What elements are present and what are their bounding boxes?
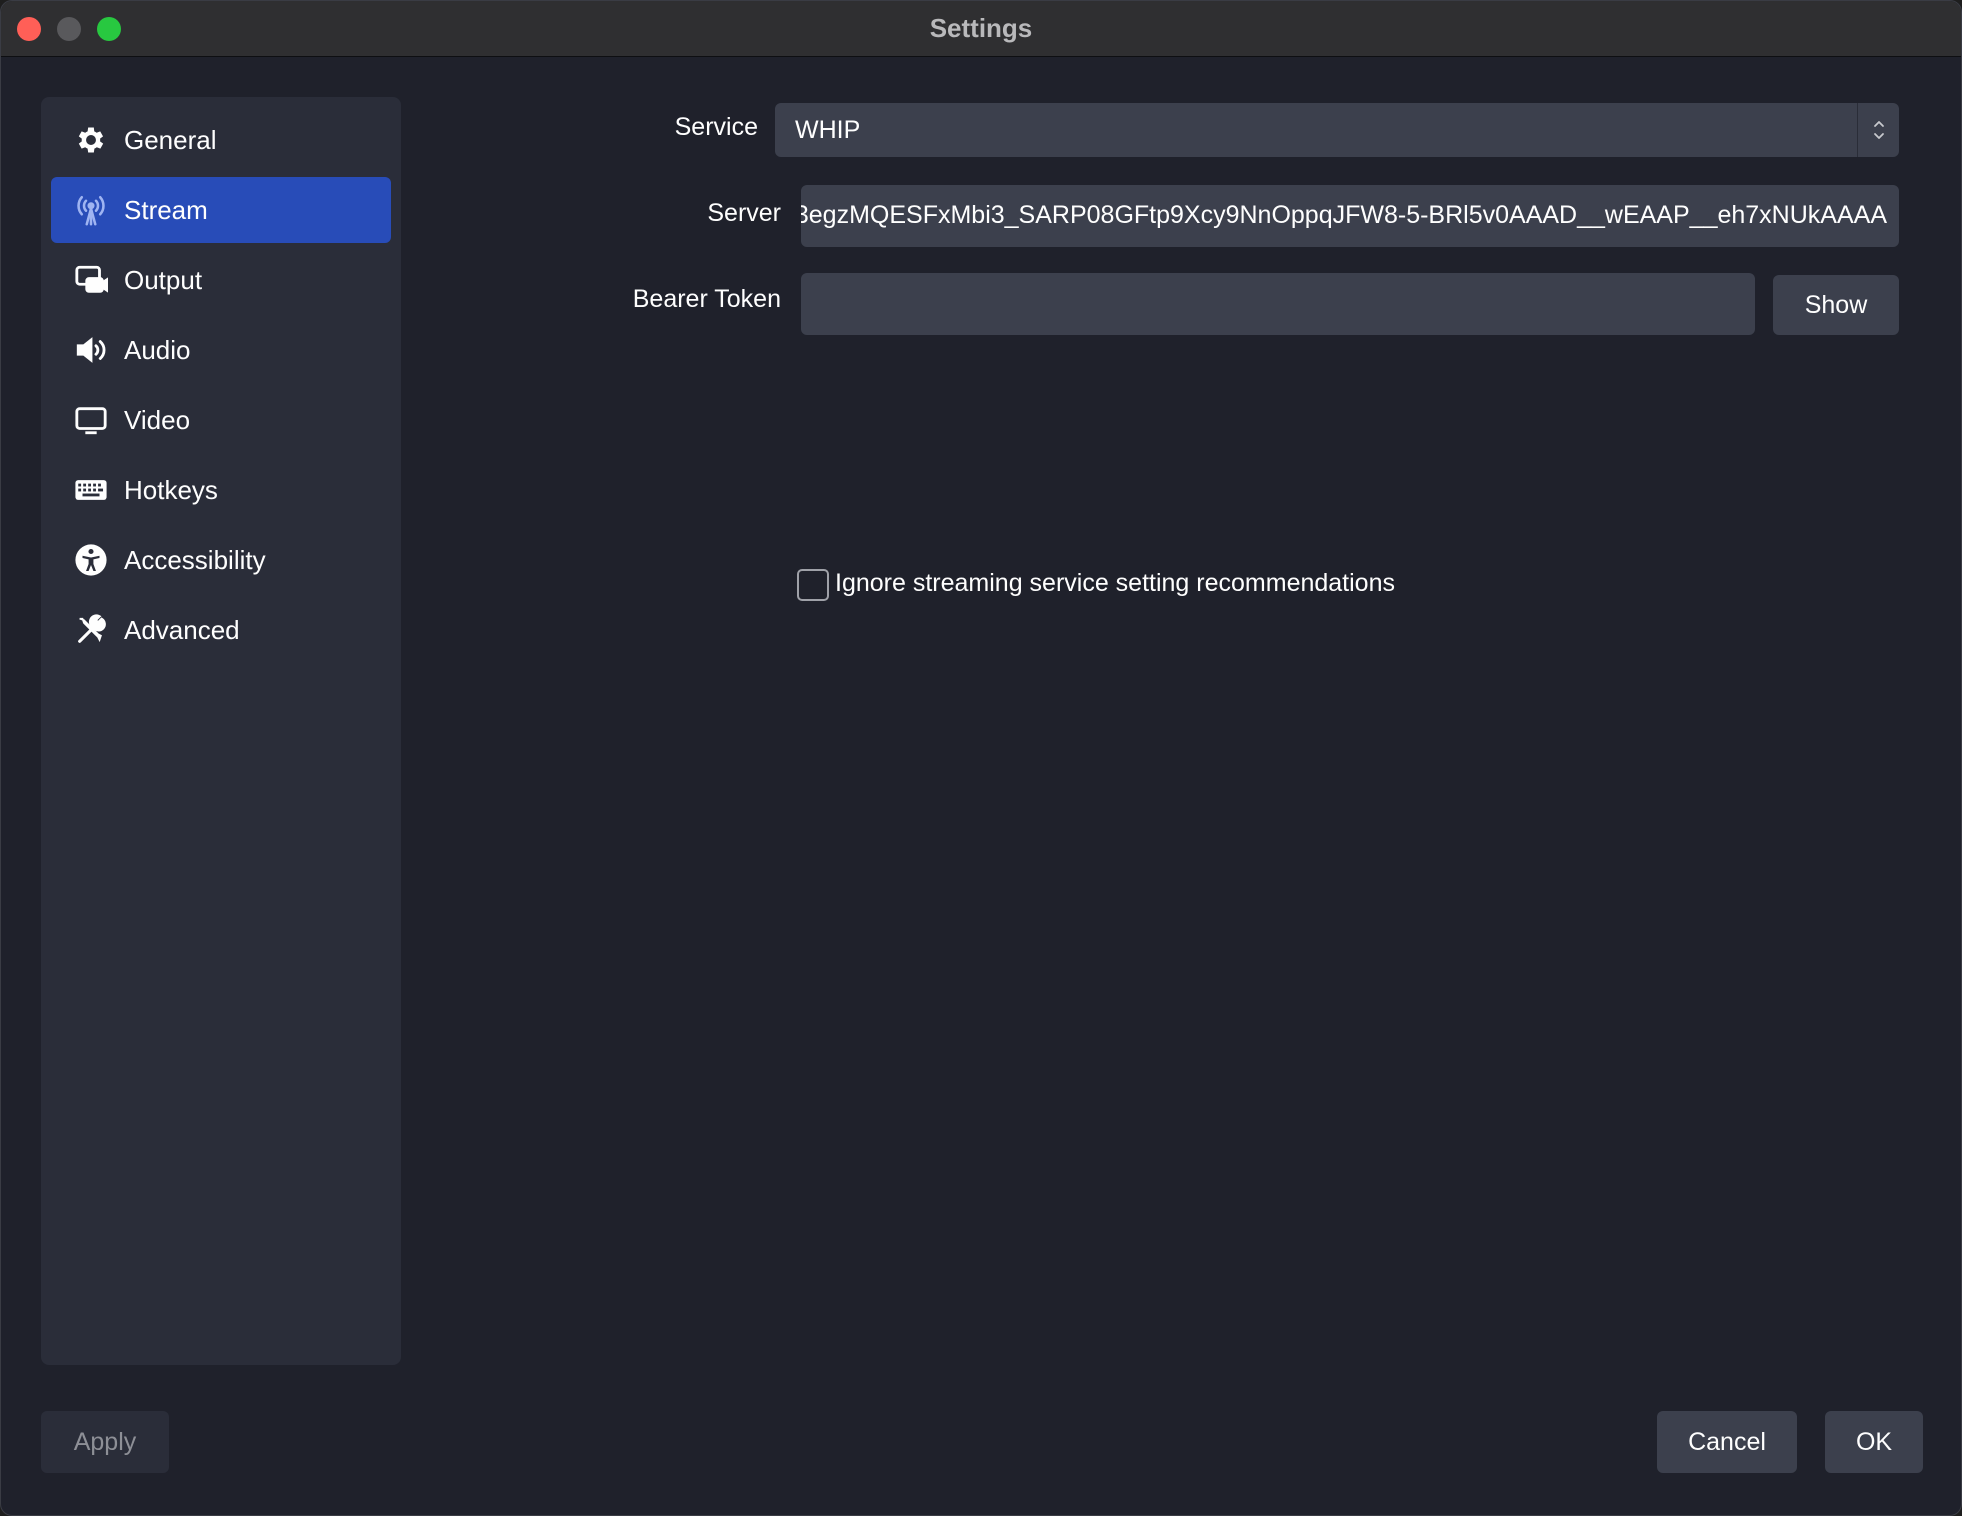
show-token-button[interactable]: Show [1773, 275, 1899, 335]
sidebar-item-output[interactable]: Output [51, 247, 391, 313]
cancel-button[interactable]: Cancel [1657, 1411, 1797, 1473]
sidebar-item-label: Advanced [124, 614, 240, 645]
server-label: Server [707, 199, 781, 227]
window-title: Settings [929, 13, 1033, 43]
sidebar-item-advanced[interactable]: Advanced [51, 597, 391, 663]
tools-icon [73, 612, 109, 648]
output-icon [73, 262, 109, 298]
speaker-icon [73, 332, 109, 368]
service-select[interactable]: WHIP [775, 103, 1899, 157]
ignore-recommendations-checkbox[interactable] [797, 569, 829, 601]
sidebar-item-label: Audio [124, 334, 191, 365]
settings-window: Settings General Stream Output Audio Vid… [0, 0, 1962, 1516]
sidebar-item-label: Output [124, 264, 203, 295]
sidebar-item-audio[interactable]: Audio [51, 317, 391, 383]
sidebar-item-accessibility[interactable]: Accessibility [51, 527, 391, 593]
service-label: Service [674, 113, 758, 141]
antenna-icon [73, 192, 109, 228]
ignore-recommendations-label[interactable]: Ignore streaming service setting recomme… [835, 569, 1395, 598]
ok-button[interactable]: OK [1825, 1411, 1923, 1473]
sidebar-item-stream[interactable]: Stream [51, 177, 391, 243]
sidebar-item-label: Stream [124, 194, 208, 225]
select-arrows-icon [1857, 103, 1899, 157]
sidebar-item-hotkeys[interactable]: Hotkeys [51, 457, 391, 523]
service-select-value: WHIP [795, 116, 861, 144]
apply-button[interactable]: Apply [41, 1411, 169, 1473]
monitor-icon [73, 402, 109, 438]
keyboard-icon [73, 472, 109, 508]
title-bar: Settings [1, 1, 1961, 57]
bearer-token-input[interactable] [801, 273, 1755, 335]
sidebar-item-label: Accessibility [124, 544, 266, 575]
sidebar-item-video[interactable]: Video [51, 387, 391, 453]
sidebar-item-label: Video [124, 404, 191, 435]
sidebar-item-label: General [124, 124, 217, 155]
server-input[interactable]: …dHd3egzMQESFxMbi3_SARP08GFtp9Xcy9NnOppq… [801, 185, 1899, 247]
settings-sidebar: General Stream Output Audio Video Hotkey… [41, 97, 401, 1365]
server-input-value: …dHd3egzMQESFxMbi3_SARP08GFtp9Xcy9NnOppq… [801, 201, 1887, 229]
sidebar-item-general[interactable]: General [51, 107, 391, 173]
accessibility-icon [73, 542, 109, 578]
sidebar-item-label: Hotkeys [124, 474, 218, 505]
bearer-token-label: Bearer Token [632, 285, 781, 313]
gear-icon [73, 122, 109, 158]
